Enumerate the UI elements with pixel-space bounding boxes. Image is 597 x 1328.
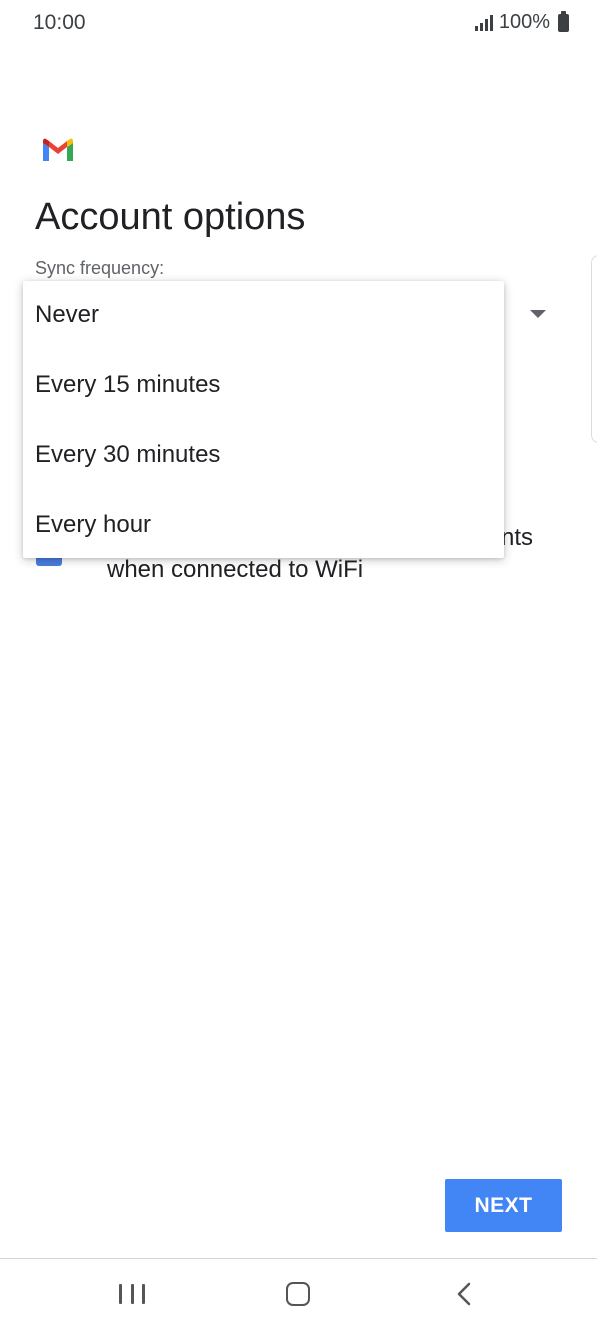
menu-item-never[interactable]: Never [35, 295, 495, 335]
status-time: 10:00 [33, 11, 86, 34]
gmail-logo-icon [43, 138, 73, 161]
status-bar: 10:00 100% [0, 0, 597, 48]
back-icon[interactable] [455, 1282, 475, 1306]
sync-frequency-label: Sync frequency: [35, 258, 165, 278]
recent-apps-icon[interactable] [119, 1284, 145, 1304]
scroll-edge-indicator [591, 255, 597, 443]
page-title: Account options [35, 196, 306, 238]
menu-item-every-hour[interactable]: Every hour [35, 505, 495, 545]
wifi-label-line2: when connected to WiFi [107, 556, 364, 583]
menu-item-every-30-minutes[interactable]: Every 30 minutes [35, 435, 495, 475]
status-indicators: 100% [474, 10, 569, 34]
sync-frequency-dropdown: Never Every 15 minutes Every 30 minutes … [23, 281, 504, 558]
battery-icon [558, 10, 569, 32]
home-icon[interactable] [286, 1282, 310, 1306]
battery-percent: 100% [498, 11, 550, 33]
navigation-bar [0, 1259, 597, 1328]
menu-item-every-15-minutes[interactable]: Every 15 minutes [35, 365, 495, 405]
next-button[interactable]: NEXT [445, 1179, 562, 1232]
dropdown-arrow-icon[interactable] [530, 310, 546, 318]
signal-icon [474, 14, 493, 31]
